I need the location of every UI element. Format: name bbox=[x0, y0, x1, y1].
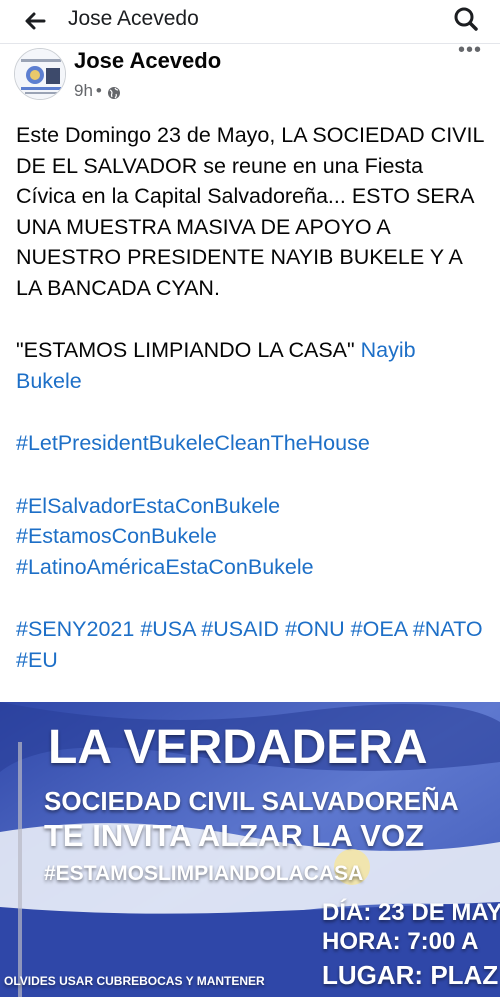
hashtag-link[interactable]: #EU bbox=[16, 648, 58, 672]
post-header: Jose Acevedo 9h • ••• bbox=[0, 40, 500, 108]
post-author[interactable]: Jose Acevedo bbox=[74, 47, 221, 75]
hashtag-link[interactable]: #EstamosConBukele bbox=[16, 524, 217, 548]
banner-line-8: OLVIDES USAR CUBREBOCAS Y MANTENER bbox=[4, 974, 265, 988]
hashtag-link[interactable]: #LatinoAméricaEstaConBukele bbox=[16, 555, 314, 579]
back-arrow-icon[interactable] bbox=[18, 4, 54, 40]
post-quote-line: "ESTAMOS LIMPIANDO LA CASA" Nayib Bukele bbox=[16, 335, 486, 396]
post-time[interactable]: 9h bbox=[74, 80, 93, 102]
banner-line-5: DÍA: 23 DE MAY bbox=[322, 899, 500, 926]
post-paragraph: Este Domingo 23 de Mayo, LA SOCIEDAD CIV… bbox=[16, 123, 484, 300]
banner-line-3: TE INVITA ALZAR LA VOZ bbox=[44, 818, 425, 853]
hashtag-link[interactable]: #SENY2021 bbox=[16, 617, 134, 641]
hashtag-link[interactable]: #OEA bbox=[351, 617, 407, 641]
top-bar: Jose Acevedo bbox=[0, 0, 500, 44]
hashtag-link[interactable]: #LetPresidentBukeleCleanTheHouse bbox=[16, 431, 370, 455]
hashtag-link[interactable]: #USA bbox=[140, 617, 195, 641]
hashtag-row: #SENY2021 #USA #USAID #ONU #OEA #NATO #E… bbox=[16, 614, 486, 675]
banner-line-2: SOCIEDAD CIVIL SALVADOREÑA bbox=[44, 786, 459, 816]
globe-icon bbox=[107, 84, 121, 99]
search-icon[interactable] bbox=[448, 2, 484, 38]
banner-line-4: #ESTAMOSLIMPIANDOLACASA bbox=[44, 862, 364, 885]
page-title: Jose Acevedo bbox=[68, 7, 199, 30]
banner-line-6: HORA: 7:00 A bbox=[322, 928, 479, 955]
post-meta: 9h • bbox=[74, 80, 121, 102]
post-body: Este Domingo 23 de Mayo, LA SOCIEDAD CIV… bbox=[16, 120, 486, 675]
avatar[interactable] bbox=[14, 48, 66, 100]
post-quote: "ESTAMOS LIMPIANDO LA CASA" bbox=[16, 338, 361, 362]
hashtag-link[interactable]: #ONU bbox=[285, 617, 345, 641]
more-options-icon[interactable]: ••• bbox=[454, 40, 486, 64]
meta-separator: • bbox=[95, 81, 102, 100]
hashtag-link[interactable]: #ElSalvadorEstaConBukele bbox=[16, 494, 280, 518]
banner-line-7: LUGAR: PLAZ bbox=[322, 960, 499, 990]
banner-line-1: LA VERDADERA bbox=[48, 721, 428, 774]
hashtag-link[interactable]: #USAID bbox=[201, 617, 279, 641]
hashtag-link[interactable]: #NATO bbox=[413, 617, 483, 641]
